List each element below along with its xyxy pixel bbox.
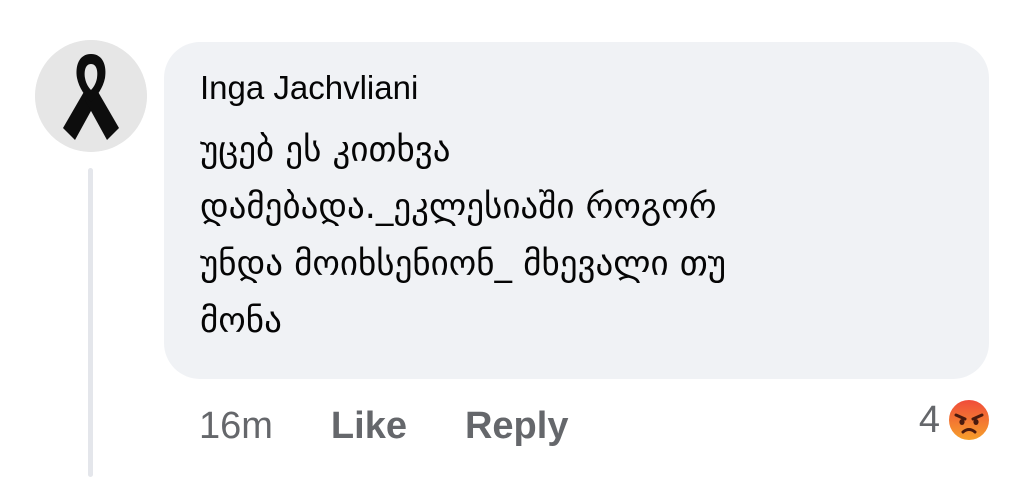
avatar[interactable]	[35, 40, 147, 152]
reaction-count: 4	[918, 398, 940, 441]
reaction-summary[interactable]: 4	[919, 396, 992, 444]
reply-button[interactable]: Reply	[465, 405, 568, 448]
comment-timestamp[interactable]: 16m	[199, 405, 273, 448]
comment-author[interactable]: Inga Jachvliani	[200, 68, 953, 108]
comment-bubble: Inga Jachvliani უცებ ეს კითხვა დამებადა.…	[164, 42, 989, 379]
comment-text-line: უნდა მოიხსენიონ_ მხევალი თუ	[200, 244, 727, 284]
comment-actions: 16m Like Reply	[199, 402, 626, 450]
thread-line	[88, 168, 93, 477]
angry-reaction-icon	[946, 397, 992, 443]
comment-text: უცებ ეს კითხვა დამებადა._ეკლესიაში როგორ…	[200, 122, 940, 350]
black-ribbon-icon	[35, 40, 147, 152]
comment-text-line: მონა	[200, 301, 282, 341]
comment-text-line: დამებადა._ეკლესიაში როგორ	[200, 187, 717, 227]
comment-text-line: უცებ ეს კითხვა	[200, 130, 451, 170]
like-button[interactable]: Like	[331, 405, 407, 448]
